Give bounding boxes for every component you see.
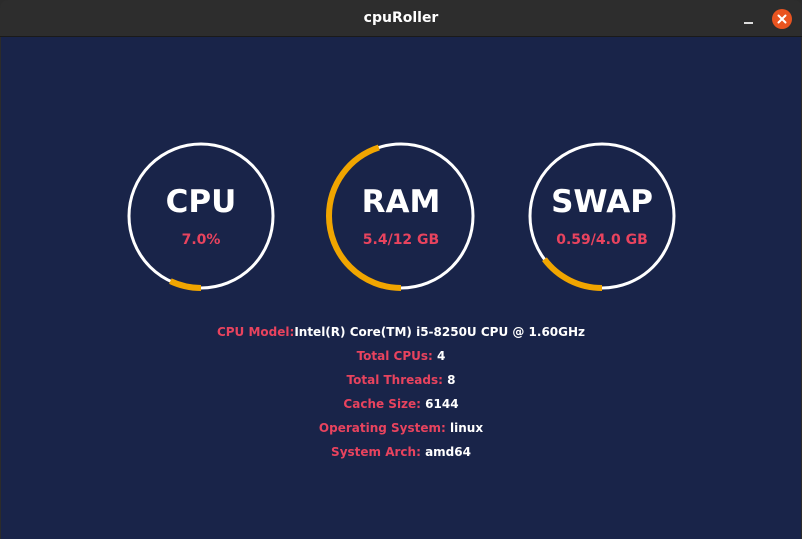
main-content: CPU 7.0% RAM 5.4/12 GB SWAP 0.59/4.0 GB …: [1, 37, 801, 539]
info-value: Intel(R) Core(TM) i5-8250U CPU @ 1.60GHz: [294, 325, 586, 339]
close-button[interactable]: [772, 9, 792, 29]
info-value: 6144: [425, 397, 459, 411]
info-row-total-cpus: Total CPUs: 4: [1, 347, 801, 371]
info-key: Operating System:: [318, 421, 446, 435]
system-info: CPU Model:Intel(R) Core(TM) i5-8250U CPU…: [1, 323, 801, 467]
window-title: cpuRoller: [363, 10, 439, 26]
info-key: Total CPUs:: [356, 349, 433, 363]
minimize-button[interactable]: [738, 9, 758, 29]
swap-gauge-value: 0.59/4.0 GB: [556, 232, 648, 248]
title-bar[interactable]: cpuRoller: [0, 0, 802, 37]
info-value: amd64: [425, 445, 471, 459]
cpu-gauge: CPU 7.0%: [126, 141, 276, 291]
info-key: System Arch:: [331, 445, 421, 459]
ram-gauge-value: 5.4/12 GB: [362, 232, 440, 248]
info-value: linux: [450, 421, 484, 435]
cpu-gauge-label: CPU: [165, 184, 237, 220]
swap-gauge-label: SWAP: [551, 184, 653, 220]
info-value: 4: [437, 349, 446, 363]
ram-gauge: RAM 5.4/12 GB: [326, 141, 476, 291]
info-key: Total Threads:: [346, 373, 443, 387]
app-window: cpuRoller CPU 7.0% RAM 5.4/12 GB SWAP 0.…: [0, 0, 802, 539]
cpu-gauge-value: 7.0%: [181, 232, 221, 248]
swap-gauge: SWAP 0.59/4.0 GB: [527, 141, 677, 291]
info-value: 8: [447, 373, 456, 387]
info-row-cache-size: Cache Size: 6144: [1, 395, 801, 419]
ram-gauge-label: RAM: [361, 184, 441, 220]
info-key: Cache Size:: [343, 397, 421, 411]
info-row-total-threads: Total Threads: 8: [1, 371, 801, 395]
minimize-icon: [744, 22, 753, 24]
close-icon: [777, 14, 787, 24]
info-row-cpu-model: CPU Model:Intel(R) Core(TM) i5-8250U CPU…: [1, 323, 801, 347]
info-row-system-arch: System Arch: amd64: [1, 443, 801, 467]
info-key: CPU Model:: [216, 325, 295, 339]
info-row-operating-system: Operating System: linux: [1, 419, 801, 443]
